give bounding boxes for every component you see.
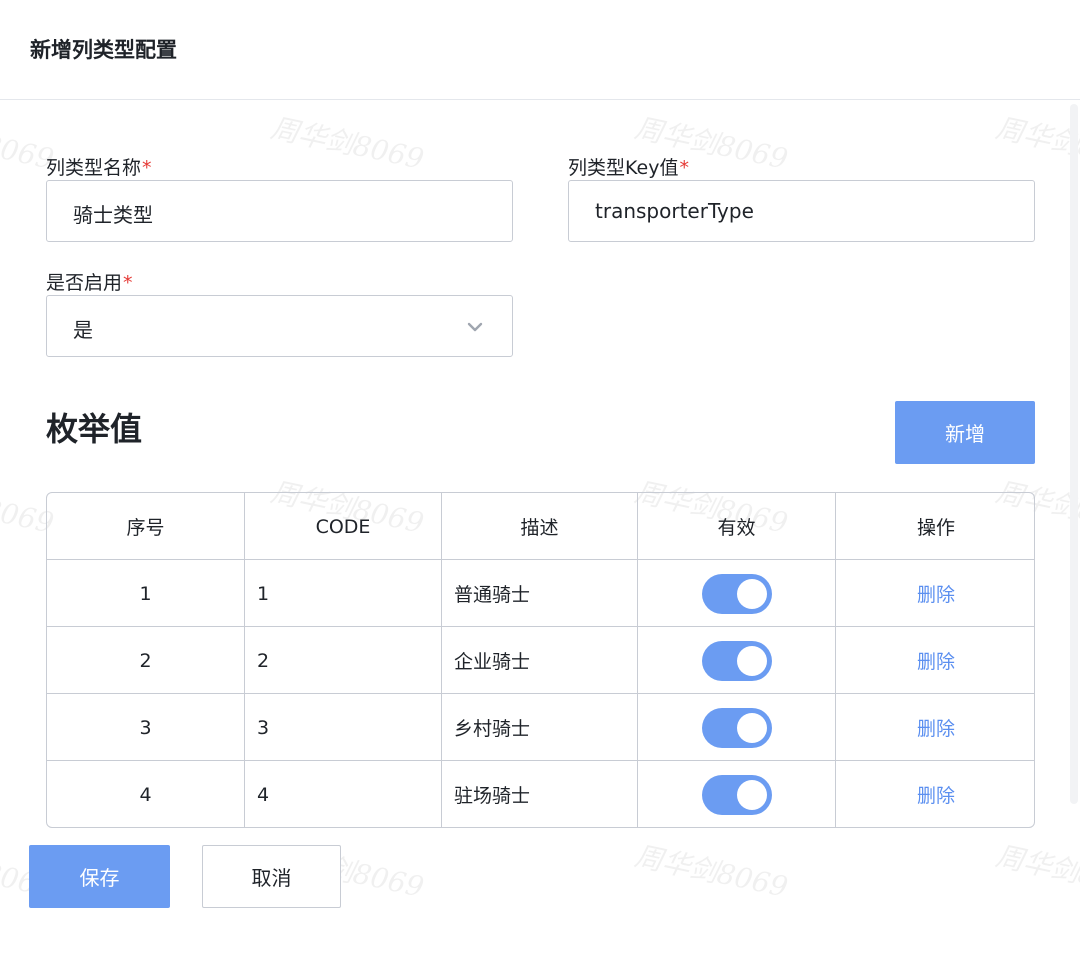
row-code: 1 xyxy=(245,560,442,627)
row-code: 3 xyxy=(245,694,442,761)
column-header-index: 序号 xyxy=(47,493,245,560)
enabled-select-value: 是 xyxy=(73,318,93,342)
delete-link[interactable]: 删除 xyxy=(917,781,955,808)
enum-table: 序号 CODE 描述 有效 操作 1 1 普通骑士 删除 2 2 企业骑士 删除… xyxy=(46,492,1035,828)
key-label-text: 列类型Key值 xyxy=(568,157,679,179)
row-action-cell: 删除 xyxy=(836,694,1034,761)
valid-toggle[interactable] xyxy=(701,707,772,748)
toggle-knob xyxy=(736,779,767,810)
row-code: 2 xyxy=(245,627,442,694)
row-valid-cell xyxy=(638,694,836,761)
name-field-label: 列类型名称* xyxy=(46,153,152,180)
table-row: 1 1 普通骑士 删除 xyxy=(47,560,1034,627)
table-row: 3 3 乡村骑士 删除 xyxy=(47,694,1034,761)
save-button[interactable]: 保存 xyxy=(29,845,170,908)
toggle-knob xyxy=(736,712,767,743)
row-action-cell: 删除 xyxy=(836,627,1034,694)
row-index: 3 xyxy=(47,694,245,761)
cancel-button[interactable]: 取消 xyxy=(202,845,341,908)
table-row: 2 2 企业骑士 删除 xyxy=(47,627,1034,694)
row-code: 4 xyxy=(245,761,442,827)
scrollbar[interactable] xyxy=(1070,104,1078,804)
key-field-label: 列类型Key值* xyxy=(568,153,689,180)
enum-section-title: 枚举值 xyxy=(46,410,143,448)
key-input[interactable]: transporterType xyxy=(568,180,1035,242)
toggle-knob xyxy=(736,578,767,609)
dialog-header: 新增列类型配置 xyxy=(0,0,1080,100)
delete-link[interactable]: 删除 xyxy=(917,580,955,607)
column-header-code: CODE xyxy=(245,493,442,560)
required-mark: * xyxy=(142,157,152,179)
valid-toggle[interactable] xyxy=(701,573,772,614)
row-index: 1 xyxy=(47,560,245,627)
watermark: 周华剑8069 xyxy=(992,839,1080,904)
chevron-down-icon xyxy=(467,322,483,332)
table-row: 4 4 驻场骑士 删除 xyxy=(47,761,1034,827)
enabled-label-text: 是否启用 xyxy=(46,272,123,294)
row-action-cell: 删除 xyxy=(836,761,1034,827)
column-header-action: 操作 xyxy=(916,517,955,539)
required-mark: * xyxy=(679,157,689,179)
name-input-value: 骑士类型 xyxy=(73,203,153,227)
row-valid-cell xyxy=(638,560,836,627)
key-input-value: transporterType xyxy=(595,199,754,223)
row-index: 2 xyxy=(47,627,245,694)
name-input[interactable]: 骑士类型 xyxy=(46,180,513,242)
enabled-select[interactable]: 是 xyxy=(46,295,513,357)
table-header-row: 序号 CODE 描述 有效 操作 xyxy=(47,493,1034,560)
required-mark: * xyxy=(123,272,133,294)
column-header-valid: 有效 xyxy=(638,493,836,560)
row-desc: 普通骑士 xyxy=(442,560,638,627)
enabled-field-label: 是否启用* xyxy=(46,268,133,295)
add-enum-button[interactable]: 新增 xyxy=(895,401,1035,464)
watermark: 周华剑8069 xyxy=(992,111,1080,176)
watermark: 周华剑8069 xyxy=(267,111,427,176)
toggle-knob xyxy=(736,645,767,676)
row-valid-cell xyxy=(638,627,836,694)
row-valid-cell xyxy=(638,761,836,827)
valid-toggle[interactable] xyxy=(701,774,772,815)
page-title: 新增列类型配置 xyxy=(30,38,177,62)
delete-link[interactable]: 删除 xyxy=(917,714,955,741)
row-desc: 企业骑士 xyxy=(442,627,638,694)
row-desc: 驻场骑士 xyxy=(442,761,638,827)
column-header-desc: 描述 xyxy=(442,493,638,560)
row-desc: 乡村骑士 xyxy=(442,694,638,761)
valid-toggle[interactable] xyxy=(701,640,772,681)
name-label-text: 列类型名称 xyxy=(46,157,142,179)
watermark: 周华剑8069 xyxy=(631,839,791,904)
row-index: 4 xyxy=(47,761,245,827)
row-action-cell: 删除 xyxy=(836,560,1034,627)
delete-link[interactable]: 删除 xyxy=(917,647,955,674)
